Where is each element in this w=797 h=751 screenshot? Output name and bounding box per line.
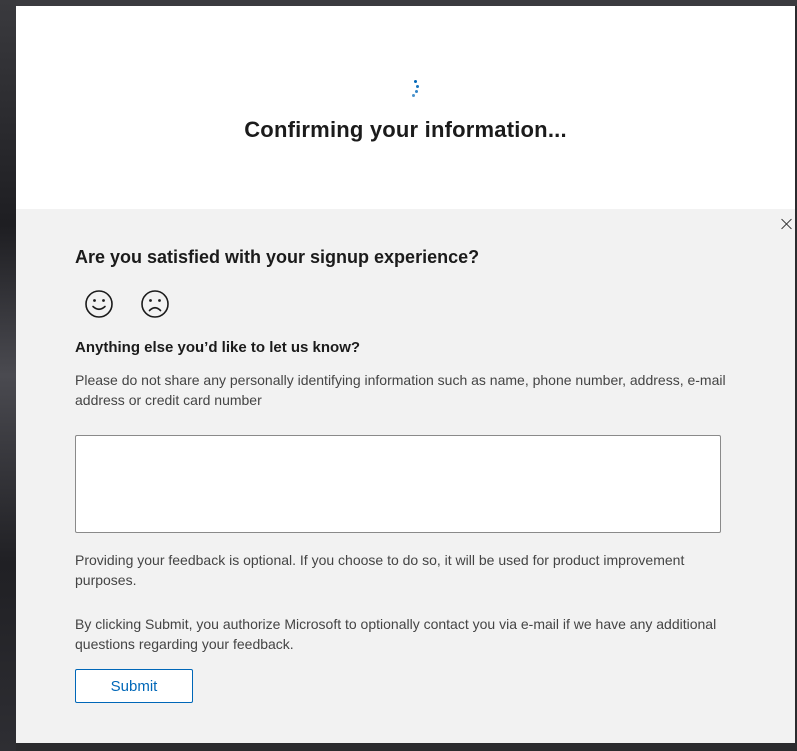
feedback-textarea[interactable]: [75, 435, 721, 533]
feedback-panel: Are you satisfied with your signup exper…: [16, 209, 795, 743]
frown-face-icon[interactable]: [140, 289, 170, 319]
optional-note: Providing your feedback is optional. If …: [75, 552, 685, 588]
submit-button[interactable]: Submit: [75, 669, 193, 703]
page-title: Confirming your information...: [244, 117, 567, 142]
window-backdrop-left: [0, 0, 16, 751]
status-section: Confirming your information...: [16, 6, 795, 209]
satisfaction-question: Are you satisfied with your signup exper…: [75, 247, 480, 267]
close-icon[interactable]: [779, 216, 795, 232]
consent-note: By clicking Submit, you authorize Micros…: [75, 616, 717, 652]
loading-spinner-icon: [408, 80, 422, 98]
signup-dialog: Confirming your information... Are you s…: [16, 6, 795, 743]
privacy-note: Please do not share any personally ident…: [75, 372, 726, 408]
additional-feedback-heading: Anything else you’d like to let us know?: [75, 339, 361, 356]
smiley-face-icon[interactable]: [84, 289, 114, 319]
